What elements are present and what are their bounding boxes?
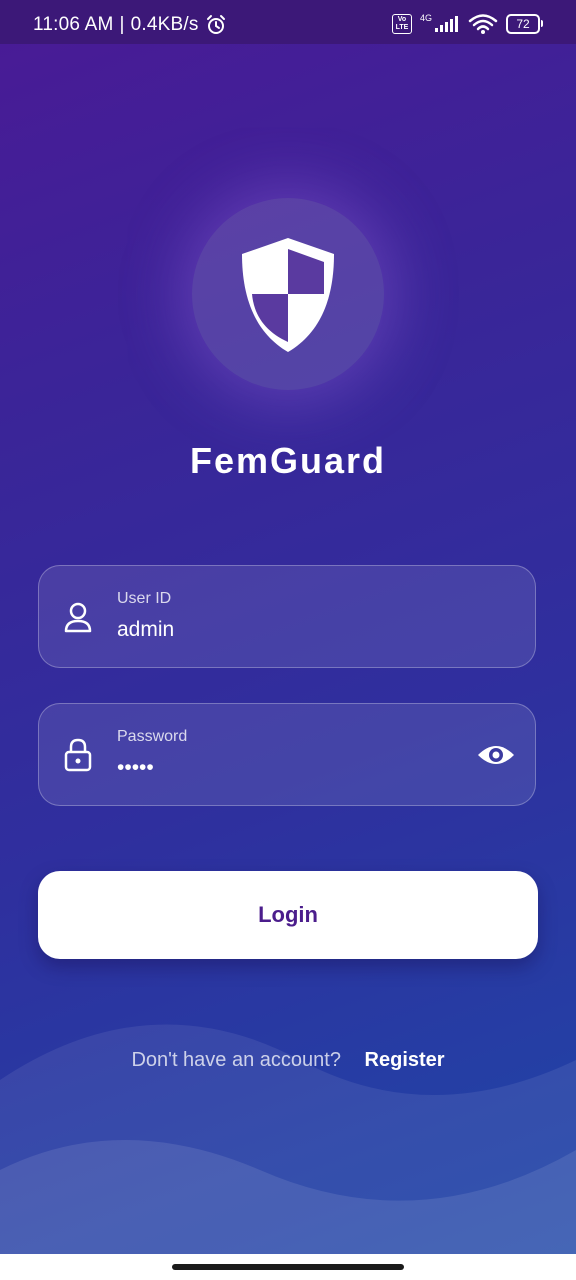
- status-right: Vo LTE 4G 72: [391, 13, 543, 35]
- user-id-input[interactable]: admin: [117, 618, 174, 642]
- shield-icon: [242, 238, 334, 352]
- status-bar: 11:06 AM | 0.4KB/s Vo LTE 4G 72: [0, 0, 576, 44]
- battery-indicator: 72: [506, 14, 543, 34]
- lock-icon: [64, 738, 92, 772]
- login-screen: 11:06 AM | 0.4KB/s Vo LTE 4G 72 FemGuard…: [0, 0, 576, 1254]
- user-id-label: User ID: [117, 590, 172, 607]
- network-type: 4G: [419, 13, 432, 23]
- app-title: FemGuard: [189, 440, 387, 481]
- password-label: Password: [117, 728, 188, 745]
- alarm-icon: [206, 15, 225, 34]
- wifi-icon: [468, 14, 498, 34]
- login-button[interactable]: Login: [38, 871, 538, 959]
- navigation-bar: [0, 1254, 576, 1280]
- register-prompt: Don't have an account?: [131, 1049, 341, 1071]
- user-icon: [64, 602, 92, 633]
- status-time: 11:06 AM: [33, 14, 114, 35]
- background-waves: [0, 1024, 576, 1254]
- signal-icon: [435, 16, 458, 32]
- status-left: 11:06 AM | 0.4KB/s: [33, 14, 227, 36]
- home-gesture-handle[interactable]: [172, 1264, 404, 1270]
- register-link[interactable]: Register: [365, 1049, 445, 1071]
- network-speed: 0.4KB/s: [130, 14, 199, 35]
- status-separator: |: [119, 14, 125, 35]
- volte-badge: Vo LTE: [391, 14, 412, 34]
- eye-icon[interactable]: [477, 740, 515, 770]
- password-field[interactable]: Password •••••: [38, 703, 536, 806]
- register-row: Don't have an account? Register: [0, 1049, 576, 1072]
- user-id-field[interactable]: User ID admin: [38, 565, 536, 668]
- password-input[interactable]: •••••: [117, 756, 154, 780]
